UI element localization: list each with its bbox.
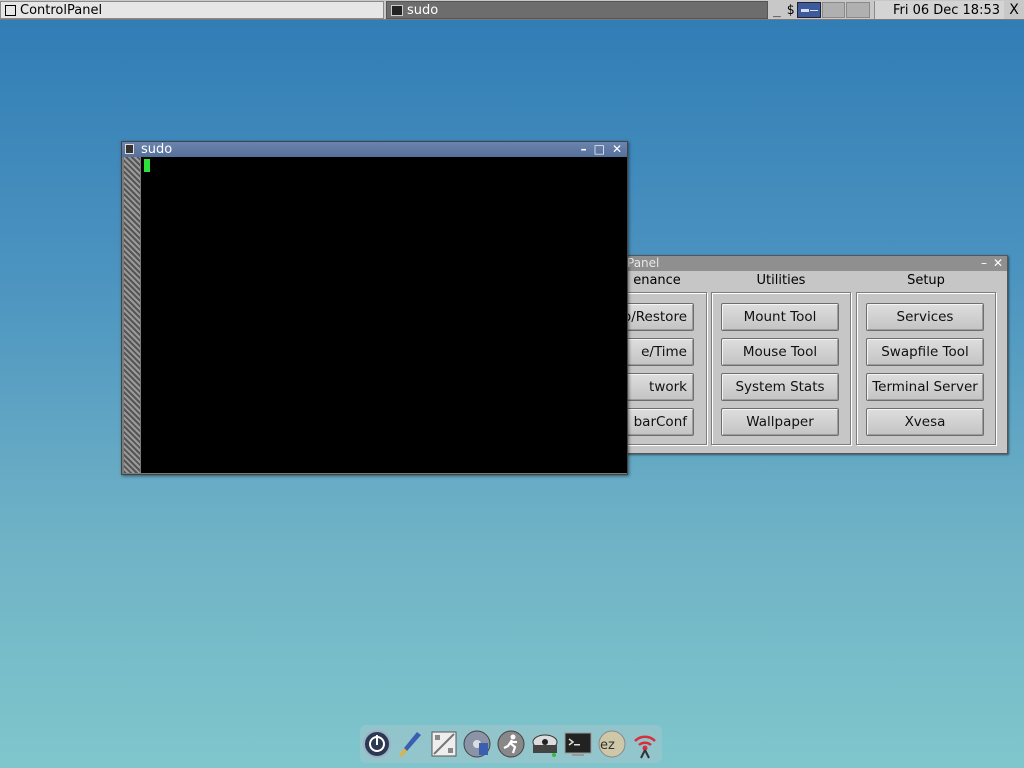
- terminal-titlebar[interactable]: sudo – □ ✕: [122, 142, 627, 157]
- taskbar-item-controlpanel[interactable]: ControlPanel: [0, 1, 384, 19]
- terminal-icon[interactable]: [562, 728, 594, 760]
- terminal-server-button[interactable]: Terminal Server: [866, 373, 984, 401]
- maximize-button[interactable]: □: [594, 142, 605, 157]
- disk-icon[interactable]: [461, 728, 493, 760]
- taskbar-close-button[interactable]: X: [1006, 1, 1022, 19]
- swapfile-tool-button[interactable]: Swapfile Tool: [866, 338, 984, 366]
- taskbar: ControlPanel sudo _ $ Fri 06 Dec 18:53 X: [0, 0, 1024, 20]
- minimize-button[interactable]: –: [581, 142, 587, 157]
- window-icon: [5, 4, 16, 16]
- runner-icon[interactable]: [495, 728, 527, 760]
- section-heading: Utilities: [756, 273, 806, 288]
- taskbar-item-label: sudo: [407, 2, 439, 18]
- wallpaper-button[interactable]: Wallpaper: [721, 408, 839, 436]
- power-icon[interactable]: [361, 728, 393, 760]
- wifi-icon[interactable]: [629, 728, 661, 760]
- taskbar-item-label: ControlPanel: [20, 2, 103, 18]
- mount-tool-button[interactable]: Mount Tool: [721, 303, 839, 331]
- dock: ez: [360, 725, 662, 763]
- ezoom-icon[interactable]: ez: [596, 728, 628, 760]
- pager-desktop-2[interactable]: [821, 2, 846, 18]
- tray-minimize-button[interactable]: _: [770, 3, 784, 18]
- minimize-button[interactable]: –: [981, 256, 987, 271]
- terminal-scrollbar[interactable]: [124, 157, 140, 473]
- section-frame: Mount Tool Mouse Tool System Stats Wallp…: [711, 292, 851, 445]
- section-setup: Setup Services Swapfile Tool Terminal Se…: [856, 272, 996, 452]
- terminal-window: sudo – □ ✕: [121, 141, 628, 475]
- section-utilities: Utilities Mount Tool Mouse Tool System S…: [711, 272, 851, 452]
- section-frame: Services Swapfile Tool Terminal Server X…: [856, 292, 996, 445]
- control-panel-titlebar[interactable]: Panel – ✕: [601, 256, 1007, 271]
- drive-icon[interactable]: [529, 728, 561, 760]
- xvesa-button[interactable]: Xvesa: [866, 408, 984, 436]
- close-button[interactable]: ✕: [612, 142, 622, 157]
- system-tray: _ $: [770, 1, 870, 19]
- close-button[interactable]: ✕: [993, 256, 1003, 271]
- paintbrush-icon[interactable]: [394, 728, 426, 760]
- clock: Fri 06 Dec 18:53: [874, 1, 1004, 19]
- control-panel-window: Panel – ✕ enance p/Restore e/Time twork …: [576, 255, 1008, 454]
- terminal-window-icon[interactable]: [125, 144, 134, 154]
- window-title: sudo: [141, 142, 173, 157]
- services-button[interactable]: Services: [866, 303, 984, 331]
- terminal-small-icon: [391, 4, 403, 16]
- pager-desktop-1[interactable]: [797, 2, 821, 18]
- window-title: Panel: [627, 256, 660, 270]
- text-cursor: [144, 159, 150, 172]
- taskbar-item-sudo[interactable]: sudo: [386, 1, 768, 19]
- calculator-icon[interactable]: [428, 728, 460, 760]
- mouse-tool-button[interactable]: Mouse Tool: [721, 338, 839, 366]
- terminal-output[interactable]: [141, 157, 627, 473]
- pager-desktop-3[interactable]: [846, 2, 870, 18]
- ezoom-label: ez: [600, 738, 615, 753]
- tray-shell-button[interactable]: $: [784, 3, 798, 18]
- section-heading: Setup: [907, 273, 945, 288]
- system-stats-button[interactable]: System Stats: [721, 373, 839, 401]
